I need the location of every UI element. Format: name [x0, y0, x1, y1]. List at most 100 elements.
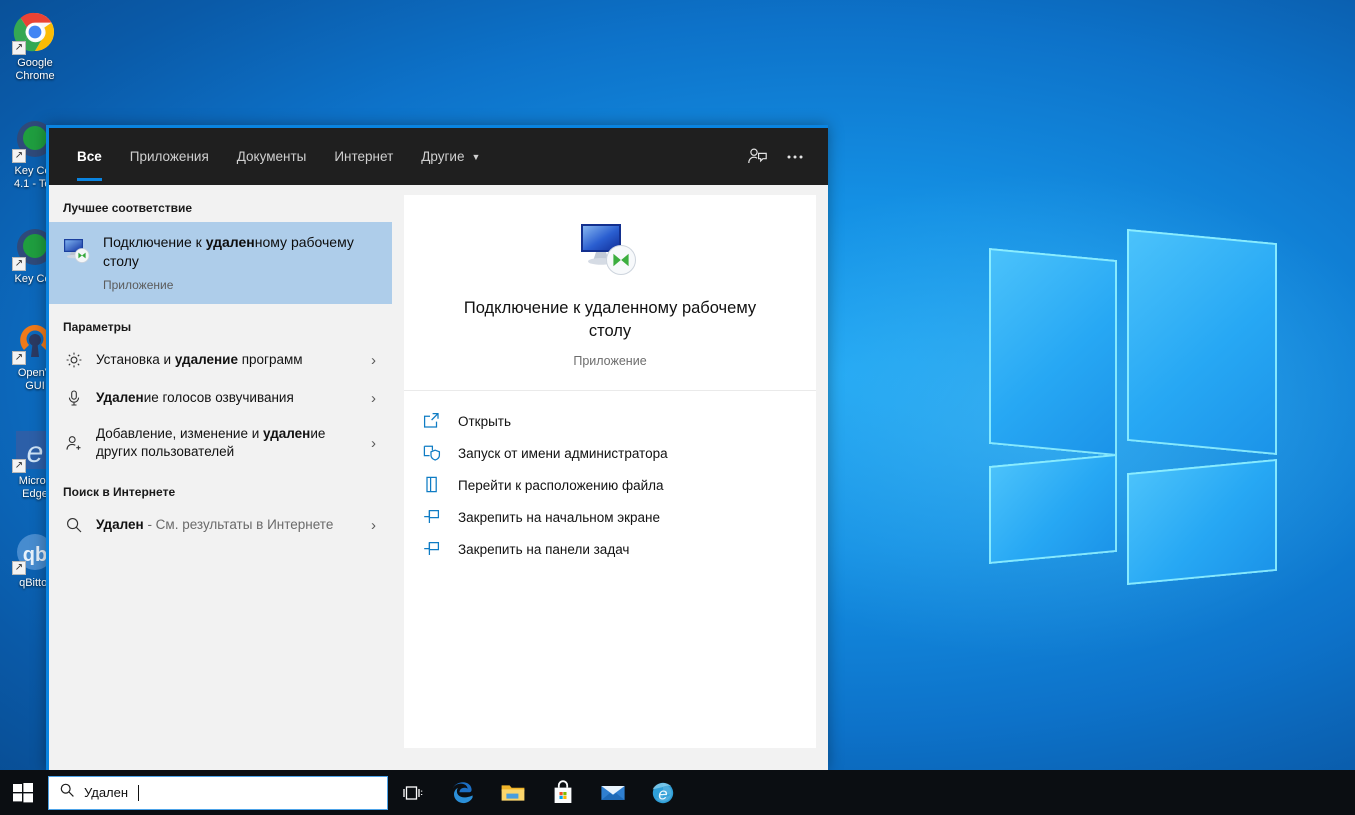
microsoft-edge-icon[interactable] [438, 770, 488, 815]
chevron-right-icon[interactable]: › [371, 390, 384, 407]
svg-text:e: e [658, 784, 667, 803]
remote-desktop-icon [61, 235, 91, 265]
action-run-as-administrator[interactable]: Запуск от имени администратора [422, 437, 816, 469]
app-preview-pane: Подключение к удаленному рабочему столу … [404, 195, 816, 748]
label-highlight: Удален [96, 390, 144, 405]
start-button[interactable] [0, 770, 46, 815]
chevron-right-icon[interactable]: › [371, 517, 384, 534]
logo-pane-bottom-left [989, 454, 1117, 564]
taskbar: Удален [0, 770, 1355, 815]
web-search-result[interactable]: Удален - См. результаты в Интернете › [49, 506, 394, 544]
tab-label: Документы [237, 149, 307, 164]
tab-web[interactable]: Интернет [320, 128, 407, 185]
remote-desktop-icon [577, 221, 643, 283]
preview-action-list: Открыть Запуск от имени администратора [404, 391, 816, 565]
shortcut-arrow-badge: ↗ [12, 257, 26, 271]
add-user-icon [65, 434, 83, 452]
tab-all[interactable]: Все [63, 128, 116, 185]
label-suffix: ие голосов озвучивания [144, 390, 294, 405]
tab-label: Интернет [334, 149, 393, 164]
label-prefix: Добавление, изменение и [96, 426, 263, 441]
settings-result-uninstall-programs[interactable]: Установка и удаление программ › [49, 341, 394, 379]
chevron-down-icon: ▼ [471, 152, 480, 162]
pin-start-icon [422, 507, 442, 527]
folder-location-icon [422, 475, 442, 495]
web-search-label: Удален - См. результаты в Интернете [96, 516, 358, 534]
more-options-icon[interactable] [776, 138, 814, 176]
settings-result-manage-users[interactable]: Добавление, изменение и удаление других … [49, 417, 394, 469]
pin-taskbar-icon [422, 539, 442, 559]
microphone-icon [65, 389, 83, 407]
search-icon [65, 516, 83, 534]
preview-header: Подключение к удаленному рабочему столу … [404, 195, 816, 391]
label-highlight: удаление [175, 352, 238, 367]
settings-result-label: Удаление голосов озвучивания [96, 389, 358, 407]
shortcut-arrow-badge: ↗ [12, 351, 26, 365]
best-match-subtitle: Приложение [103, 278, 380, 292]
microsoft-store-icon[interactable] [538, 770, 588, 815]
preview-app-type: Приложение [428, 354, 792, 368]
chevron-right-icon[interactable]: › [371, 352, 384, 369]
shortcut-arrow-badge: ↗ [12, 561, 26, 575]
action-open[interactable]: Открыть [422, 405, 816, 437]
action-label: Открыть [458, 414, 511, 429]
desktop-icon-google-chrome[interactable]: ↗ Google Chrome [0, 10, 70, 83]
mail-icon[interactable] [588, 770, 638, 815]
settings-result-label: Добавление, изменение и удаление других … [96, 425, 358, 461]
file-explorer-icon[interactable] [488, 770, 538, 815]
group-label-best-match: Лучшее соответствие [49, 185, 394, 222]
action-label: Закрепить на начальном экране [458, 510, 660, 525]
action-open-file-location[interactable]: Перейти к расположению файла [422, 469, 816, 501]
preview-app-title: Подключение к удаленному рабочему столу [428, 297, 792, 343]
internet-explorer-icon[interactable]: e [638, 770, 688, 815]
tab-label: Все [77, 149, 102, 164]
taskbar-search-box[interactable]: Удален [48, 776, 388, 810]
tab-label: Приложения [130, 149, 209, 164]
label-prefix: Установка и [96, 352, 175, 367]
logo-pane-top-right [1127, 229, 1277, 455]
group-label-settings: Параметры [49, 304, 394, 341]
svg-text:qb: qb [23, 544, 47, 566]
action-label: Закрепить на панели задач [458, 542, 629, 557]
tab-more[interactable]: Другие ▼ [407, 128, 494, 185]
task-view-icon[interactable] [388, 770, 438, 815]
google-chrome-icon: ↗ [13, 10, 57, 54]
logo-pane-top-left [989, 248, 1117, 456]
settings-result-remove-voices[interactable]: Удаление голосов озвучивания › [49, 379, 394, 417]
search-input-value[interactable]: Удален [84, 785, 128, 800]
best-match-result[interactable]: Подключение к удаленному рабочему столу … [49, 222, 392, 304]
best-match-title: Подключение к удаленному рабочему столу [103, 233, 380, 271]
gear-icon [65, 351, 83, 369]
text-cursor [138, 785, 139, 801]
search-icon [59, 782, 75, 803]
shield-run-icon [422, 443, 442, 463]
tab-apps[interactable]: Приложения [116, 128, 223, 185]
windows-search-panel: Все Приложения Документы Интернет Другие… [46, 125, 828, 770]
shortcut-arrow-badge: ↗ [12, 41, 26, 55]
feedback-icon[interactable] [738, 138, 776, 176]
group-label-web-search: Поиск в Интернете [49, 469, 394, 506]
web-search-query: Удален [96, 517, 144, 532]
logo-pane-bottom-right [1127, 459, 1277, 585]
tab-documents[interactable]: Документы [223, 128, 321, 185]
svg-text:e: e [27, 436, 44, 469]
action-pin-to-start[interactable]: Закрепить на начальном экране [422, 501, 816, 533]
windows-logo-wallpaper [975, 230, 1293, 530]
action-pin-to-taskbar[interactable]: Закрепить на панели задач [422, 533, 816, 565]
web-search-description: - См. результаты в Интернете [144, 517, 334, 532]
open-icon [422, 411, 442, 431]
search-results-column: Лучшее соответствие Подключение к у [49, 185, 394, 770]
action-label: Запуск от имени администратора [458, 446, 668, 461]
shortcut-arrow-badge: ↗ [12, 149, 26, 163]
settings-result-label: Установка и удаление программ [96, 351, 358, 369]
action-label: Перейти к расположению файла [458, 478, 664, 493]
tab-label: Другие [421, 149, 464, 164]
desktop-icon-label: Google Chrome [0, 57, 70, 83]
shortcut-arrow-badge: ↗ [12, 459, 26, 473]
label-suffix: программ [238, 352, 303, 367]
title-prefix: Подключение к [103, 234, 206, 250]
label-highlight: удален [263, 426, 310, 441]
search-tab-bar: Все Приложения Документы Интернет Другие… [49, 128, 828, 185]
title-highlight: удален [206, 234, 255, 250]
chevron-right-icon[interactable]: › [371, 435, 384, 452]
